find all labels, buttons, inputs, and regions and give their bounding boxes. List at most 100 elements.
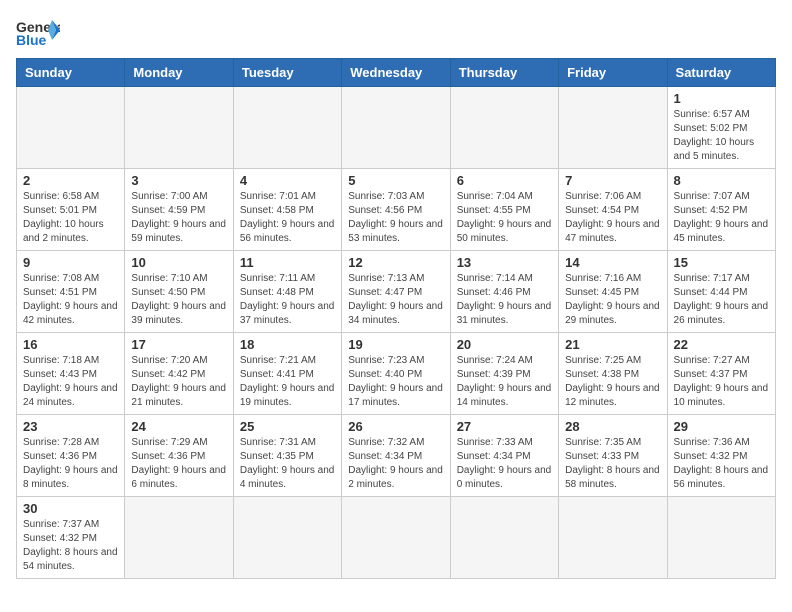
calendar-cell: 2Sunrise: 6:58 AM Sunset: 5:01 PM Daylig… bbox=[17, 169, 125, 251]
day-number: 16 bbox=[23, 337, 118, 352]
day-info: Sunrise: 7:06 AM Sunset: 4:54 PM Dayligh… bbox=[565, 190, 660, 246]
calendar-cell: 9 Sunrise: 7:08 AM Sunset: 4:51 PM Daylig… bbox=[17, 251, 125, 333]
calendar-cell: 22 Sunrise: 7:27 AM Sunset: 4:37 PM Dayli… bbox=[667, 333, 775, 415]
day-number: 4 bbox=[240, 173, 335, 188]
calendar-cell bbox=[450, 497, 558, 579]
day-info: Sunrise: 7:08 AM Sunset: 4:51 PM Dayligh… bbox=[23, 272, 118, 328]
day-info: Sunrise: 6:57 AM Sunset: 5:02 PM Dayligh… bbox=[674, 108, 769, 164]
calendar-cell bbox=[233, 87, 341, 169]
calendar-header-row: SundayMondayTuesdayWednesdayThursdayFrid… bbox=[17, 59, 776, 87]
day-info: Sunrise: 7:28 AM Sunset: 4:36 PM Dayligh… bbox=[23, 436, 118, 492]
day-info: Sunrise: 7:10 AM Sunset: 4:50 PM Dayligh… bbox=[131, 272, 226, 328]
day-number: 24 bbox=[131, 419, 226, 434]
day-info: Sunrise: 7:33 AM Sunset: 4:34 PM Dayligh… bbox=[457, 436, 552, 492]
day-info: Sunrise: 7:00 AM Sunset: 4:59 PM Dayligh… bbox=[131, 190, 226, 246]
day-info: Sunrise: 6:58 AM Sunset: 5:01 PM Dayligh… bbox=[23, 190, 118, 246]
day-number: 26 bbox=[348, 419, 443, 434]
day-number: 11 bbox=[240, 255, 335, 270]
day-info: Sunrise: 7:13 AM Sunset: 4:47 PM Dayligh… bbox=[348, 272, 443, 328]
day-number: 5 bbox=[348, 173, 443, 188]
day-number: 29 bbox=[674, 419, 769, 434]
calendar-cell: 29 Sunrise: 7:36 AM Sunset: 4:32 PM Dayli… bbox=[667, 415, 775, 497]
calendar-week-row: 23 Sunrise: 7:28 AM Sunset: 4:36 PM Dayli… bbox=[17, 415, 776, 497]
calendar-cell: 3Sunrise: 7:00 AM Sunset: 4:59 PM Daylig… bbox=[125, 169, 233, 251]
day-number: 13 bbox=[457, 255, 552, 270]
day-number: 10 bbox=[131, 255, 226, 270]
day-number: 19 bbox=[348, 337, 443, 352]
day-number: 23 bbox=[23, 419, 118, 434]
day-number: 9 bbox=[23, 255, 118, 270]
day-info: Sunrise: 7:11 AM Sunset: 4:48 PM Dayligh… bbox=[240, 272, 335, 328]
day-info: Sunrise: 7:17 AM Sunset: 4:44 PM Dayligh… bbox=[674, 272, 769, 328]
calendar-cell: 1 Sunrise: 6:57 AM Sunset: 5:02 PM Daylig… bbox=[667, 87, 775, 169]
day-number: 14 bbox=[565, 255, 660, 270]
svg-text:Blue: Blue bbox=[16, 32, 47, 48]
day-info: Sunrise: 7:37 AM Sunset: 4:32 PM Dayligh… bbox=[23, 518, 118, 574]
day-number: 7 bbox=[565, 173, 660, 188]
day-number: 22 bbox=[674, 337, 769, 352]
day-number: 20 bbox=[457, 337, 552, 352]
day-info: Sunrise: 7:36 AM Sunset: 4:32 PM Dayligh… bbox=[674, 436, 769, 492]
day-info: Sunrise: 7:27 AM Sunset: 4:37 PM Dayligh… bbox=[674, 354, 769, 410]
calendar-week-row: 2Sunrise: 6:58 AM Sunset: 5:01 PM Daylig… bbox=[17, 169, 776, 251]
day-info: Sunrise: 7:16 AM Sunset: 4:45 PM Dayligh… bbox=[565, 272, 660, 328]
day-info: Sunrise: 7:01 AM Sunset: 4:58 PM Dayligh… bbox=[240, 190, 335, 246]
day-info: Sunrise: 7:25 AM Sunset: 4:38 PM Dayligh… bbox=[565, 354, 660, 410]
logo-icon: General Blue bbox=[16, 16, 60, 48]
day-info: Sunrise: 7:14 AM Sunset: 4:46 PM Dayligh… bbox=[457, 272, 552, 328]
calendar-cell: 18Sunrise: 7:21 AM Sunset: 4:41 PM Dayli… bbox=[233, 333, 341, 415]
col-header-thursday: Thursday bbox=[450, 59, 558, 87]
calendar-cell: 26Sunrise: 7:32 AM Sunset: 4:34 PM Dayli… bbox=[342, 415, 450, 497]
col-header-sunday: Sunday bbox=[17, 59, 125, 87]
calendar-cell bbox=[125, 497, 233, 579]
calendar-cell: 15 Sunrise: 7:17 AM Sunset: 4:44 PM Dayli… bbox=[667, 251, 775, 333]
calendar-cell: 6Sunrise: 7:04 AM Sunset: 4:55 PM Daylig… bbox=[450, 169, 558, 251]
col-header-saturday: Saturday bbox=[667, 59, 775, 87]
calendar-cell: 23 Sunrise: 7:28 AM Sunset: 4:36 PM Dayli… bbox=[17, 415, 125, 497]
calendar-cell: 12 Sunrise: 7:13 AM Sunset: 4:47 PM Dayli… bbox=[342, 251, 450, 333]
calendar-cell: 24Sunrise: 7:29 AM Sunset: 4:36 PM Dayli… bbox=[125, 415, 233, 497]
calendar-cell: 13 Sunrise: 7:14 AM Sunset: 4:46 PM Dayli… bbox=[450, 251, 558, 333]
day-info: Sunrise: 7:23 AM Sunset: 4:40 PM Dayligh… bbox=[348, 354, 443, 410]
calendar-cell: 19 Sunrise: 7:23 AM Sunset: 4:40 PM Dayli… bbox=[342, 333, 450, 415]
day-number: 1 bbox=[674, 91, 769, 106]
calendar-week-row: 30 Sunrise: 7:37 AM Sunset: 4:32 PM Dayli… bbox=[17, 497, 776, 579]
day-info: Sunrise: 7:07 AM Sunset: 4:52 PM Dayligh… bbox=[674, 190, 769, 246]
day-number: 8 bbox=[674, 173, 769, 188]
calendar-cell: 20 Sunrise: 7:24 AM Sunset: 4:39 PM Dayli… bbox=[450, 333, 558, 415]
day-info: Sunrise: 7:24 AM Sunset: 4:39 PM Dayligh… bbox=[457, 354, 552, 410]
day-info: Sunrise: 7:18 AM Sunset: 4:43 PM Dayligh… bbox=[23, 354, 118, 410]
logo: General Blue bbox=[16, 16, 60, 48]
calendar-cell: 16 Sunrise: 7:18 AM Sunset: 4:43 PM Dayli… bbox=[17, 333, 125, 415]
calendar-cell: 25 Sunrise: 7:31 AM Sunset: 4:35 PM Dayli… bbox=[233, 415, 341, 497]
calendar-cell bbox=[667, 497, 775, 579]
calendar-cell: 4 Sunrise: 7:01 AM Sunset: 4:58 PM Daylig… bbox=[233, 169, 341, 251]
calendar-cell: 7 Sunrise: 7:06 AM Sunset: 4:54 PM Daylig… bbox=[559, 169, 667, 251]
calendar-cell bbox=[17, 87, 125, 169]
calendar-cell: 27Sunrise: 7:33 AM Sunset: 4:34 PM Dayli… bbox=[450, 415, 558, 497]
calendar-cell: 10 Sunrise: 7:10 AM Sunset: 4:50 PM Dayli… bbox=[125, 251, 233, 333]
day-number: 30 bbox=[23, 501, 118, 516]
calendar-week-row: 16 Sunrise: 7:18 AM Sunset: 4:43 PM Dayli… bbox=[17, 333, 776, 415]
day-info: Sunrise: 7:31 AM Sunset: 4:35 PM Dayligh… bbox=[240, 436, 335, 492]
day-number: 17 bbox=[131, 337, 226, 352]
day-number: 12 bbox=[348, 255, 443, 270]
col-header-tuesday: Tuesday bbox=[233, 59, 341, 87]
day-number: 15 bbox=[674, 255, 769, 270]
day-number: 28 bbox=[565, 419, 660, 434]
day-number: 25 bbox=[240, 419, 335, 434]
calendar-week-row: 1 Sunrise: 6:57 AM Sunset: 5:02 PM Daylig… bbox=[17, 87, 776, 169]
calendar-cell: 8 Sunrise: 7:07 AM Sunset: 4:52 PM Daylig… bbox=[667, 169, 775, 251]
calendar-cell: 11 Sunrise: 7:11 AM Sunset: 4:48 PM Dayli… bbox=[233, 251, 341, 333]
calendar-week-row: 9 Sunrise: 7:08 AM Sunset: 4:51 PM Daylig… bbox=[17, 251, 776, 333]
calendar-cell: 14 Sunrise: 7:16 AM Sunset: 4:45 PM Dayli… bbox=[559, 251, 667, 333]
day-number: 21 bbox=[565, 337, 660, 352]
calendar-cell bbox=[342, 497, 450, 579]
calendar-cell: 21 Sunrise: 7:25 AM Sunset: 4:38 PM Dayli… bbox=[559, 333, 667, 415]
calendar-cell: 30 Sunrise: 7:37 AM Sunset: 4:32 PM Dayli… bbox=[17, 497, 125, 579]
day-info: Sunrise: 7:04 AM Sunset: 4:55 PM Dayligh… bbox=[457, 190, 552, 246]
col-header-monday: Monday bbox=[125, 59, 233, 87]
calendar-cell bbox=[342, 87, 450, 169]
calendar-cell bbox=[125, 87, 233, 169]
calendar-cell: 5Sunrise: 7:03 AM Sunset: 4:56 PM Daylig… bbox=[342, 169, 450, 251]
